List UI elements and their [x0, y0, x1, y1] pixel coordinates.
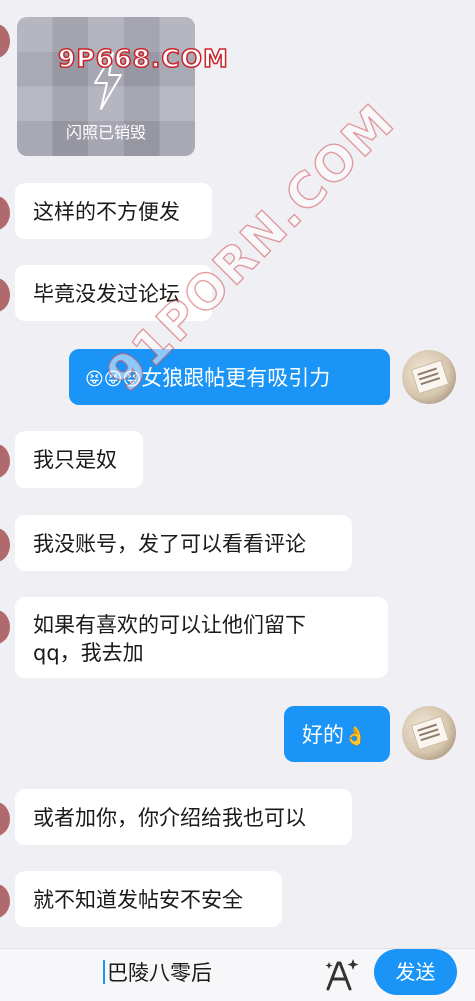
contact-avatar[interactable]	[0, 24, 10, 58]
message-input-text: 巴陵八零后	[107, 961, 212, 985]
message-bubble-incoming[interactable]: 我只是奴	[15, 431, 143, 488]
text-caret	[103, 960, 105, 984]
contact-avatar[interactable]	[0, 196, 10, 230]
contact-avatar[interactable]	[0, 884, 10, 918]
user-avatar[interactable]	[402, 706, 456, 760]
message-bubble-incoming[interactable]: 我没账号，发了可以看看评论	[15, 515, 352, 571]
message-text: 我只是奴	[33, 448, 117, 472]
flash-photo-label: 闪照已销毁	[65, 123, 146, 142]
message-text: 好的	[302, 723, 344, 747]
message-bubble-incoming[interactable]: 就不知道发帖安不安全	[15, 871, 282, 927]
send-button[interactable]: 发送	[374, 949, 457, 995]
chat-area[interactable]: 闪照已销毁 9P668.COM 这样的不方便发 毕竟没发过论坛 😝😝😝女狼跟帖更…	[0, 0, 475, 948]
message-bubble-incoming[interactable]: 这样的不方便发	[15, 183, 212, 239]
message-input-bar: 巴陵八零后 发送	[0, 948, 475, 1001]
message-text-line: 如果有喜欢的可以让他们留下	[33, 613, 306, 637]
contact-avatar[interactable]	[0, 802, 10, 836]
avatar-image	[410, 715, 450, 751]
message-text: 我没账号，发了可以看看评论	[33, 532, 306, 556]
message-bubble-outgoing[interactable]: 好的👌	[284, 706, 390, 762]
message-text: 就不知道发帖安不安全	[33, 888, 243, 912]
contact-avatar[interactable]	[0, 528, 10, 562]
message-text: 女狼跟帖更有吸引力	[141, 366, 331, 390]
contact-avatar[interactable]	[0, 278, 10, 312]
message-text-line: qq，我去加	[33, 641, 144, 665]
message-input[interactable]: 巴陵八零后	[103, 959, 212, 987]
user-avatar[interactable]	[402, 350, 456, 404]
watermark-small: 9P668.COM	[57, 43, 229, 74]
message-text: 这样的不方便发	[33, 200, 180, 224]
contact-avatar[interactable]	[0, 444, 10, 478]
text-style-icon[interactable]	[322, 955, 362, 995]
ok-hand-emoji: 👌	[344, 726, 367, 747]
avatar-image	[410, 359, 450, 395]
message-bubble-incoming[interactable]: 如果有喜欢的可以让他们留下 qq，我去加	[15, 597, 388, 678]
message-text: 或者加你，你介绍给我也可以	[33, 806, 306, 830]
flash-photo[interactable]: 闪照已销毁	[17, 17, 195, 156]
message-bubble-incoming[interactable]: 或者加你，你介绍给我也可以	[15, 789, 352, 845]
contact-avatar[interactable]	[0, 610, 10, 644]
